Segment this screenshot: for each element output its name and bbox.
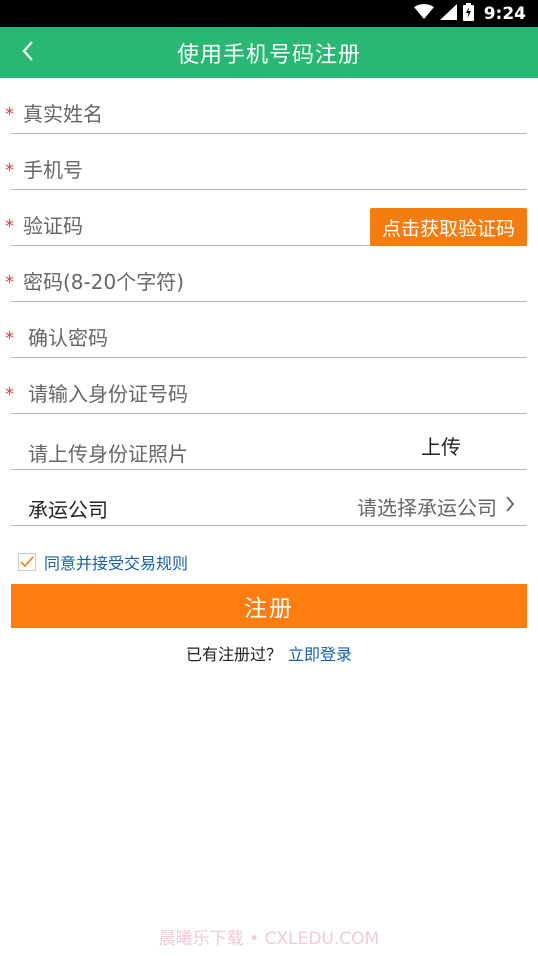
battery-icon xyxy=(462,2,474,25)
company-row: 承运公司 请选择承运公司 xyxy=(11,470,527,526)
company-select[interactable]: 请选择承运公司 xyxy=(357,492,515,520)
upload-button[interactable]: 上传 xyxy=(421,431,461,460)
login-prompt-line: 已有注册过？ 立即登录 xyxy=(0,641,538,665)
login-link[interactable]: 立即登录 xyxy=(288,645,352,664)
back-button[interactable] xyxy=(8,27,48,78)
company-placeholder: 请选择承运公司 xyxy=(357,495,497,520)
chevron-left-icon xyxy=(21,40,35,66)
code-input[interactable] xyxy=(23,212,373,240)
required-mark: * xyxy=(5,160,14,181)
id-photo-label: 请上传身份证照片 xyxy=(28,442,188,466)
id-number-row: * xyxy=(5,358,527,414)
agreement-checkbox-row[interactable]: 同意并接受交易规则 xyxy=(18,551,188,573)
confirm-password-row: * xyxy=(5,302,527,358)
get-code-button[interactable]: 点击获取验证码 xyxy=(370,208,527,246)
id-photo-row: 请上传身份证照片 上传 xyxy=(11,414,527,470)
name-row: * xyxy=(5,78,527,134)
status-bar: 9:24 xyxy=(0,0,538,27)
required-mark: * xyxy=(5,328,14,349)
id-number-input[interactable] xyxy=(28,380,378,408)
phone-row: * xyxy=(5,134,527,190)
wifi-icon xyxy=(413,3,434,24)
phone-input[interactable] xyxy=(23,156,373,184)
code-row: * 点击获取验证码 xyxy=(5,190,527,246)
watermark: 晨曦乐下载 • CXLEDU.COM xyxy=(158,929,380,949)
status-time: 9:24 xyxy=(483,3,526,24)
title-bar: 使用手机号码注册 xyxy=(0,27,538,78)
password-row: * xyxy=(5,246,527,302)
required-mark: * xyxy=(5,272,14,293)
login-prompt: 已有注册过？ xyxy=(185,645,282,664)
chevron-right-icon xyxy=(505,494,515,518)
signal-icon xyxy=(439,3,457,24)
page-title: 使用手机号码注册 xyxy=(176,42,361,68)
password-input[interactable] xyxy=(23,268,373,296)
name-input[interactable] xyxy=(23,100,373,128)
required-mark: * xyxy=(5,384,14,405)
required-mark: * xyxy=(5,104,14,125)
confirm-password-input[interactable] xyxy=(28,324,378,352)
company-label: 承运公司 xyxy=(28,498,108,522)
check-icon xyxy=(20,553,34,572)
agreement-text[interactable]: 同意并接受交易规则 xyxy=(44,550,188,574)
required-mark: * xyxy=(5,216,14,237)
register-button[interactable]: 注册 xyxy=(11,584,527,628)
register-page: 9:24 使用手机号码注册 * * * 点击获取验证码 * * * xyxy=(0,0,538,956)
agreement-checkbox[interactable] xyxy=(18,553,36,571)
